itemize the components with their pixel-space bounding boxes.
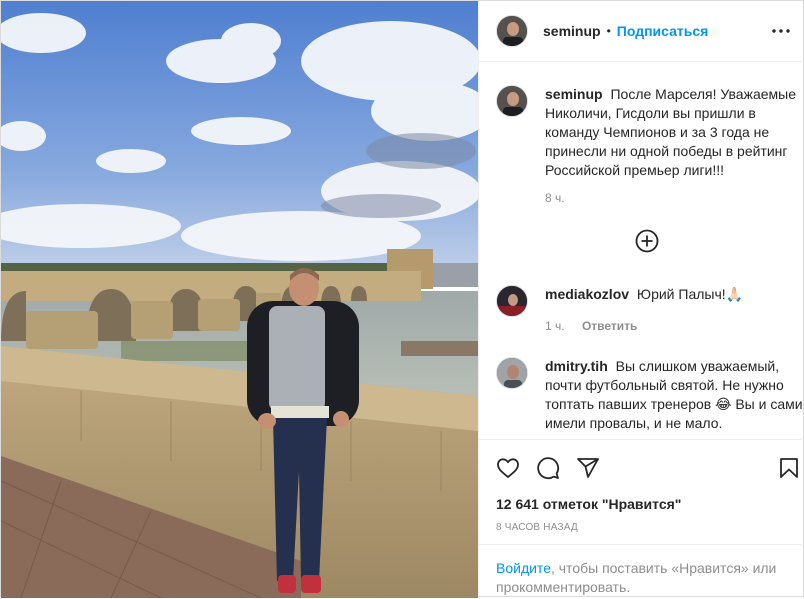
author-username[interactable]: seminup — [543, 23, 601, 39]
reply-button[interactable]: Ответить — [582, 319, 637, 333]
post-photo[interactable] — [1, 1, 478, 598]
more-options-icon[interactable] — [771, 21, 791, 41]
caption: seminup После Марселя! Уважаемые Николич… — [496, 85, 804, 180]
post-time[interactable]: 8 ЧАСОВ НАЗАД — [496, 522, 578, 533]
commenter-username[interactable]: dmitry.tih — [545, 358, 608, 374]
comments-section: seminup После Марселя! Уважаемые Николич… — [479, 63, 804, 453]
commenter-avatar[interactable] — [496, 357, 528, 389]
caption-avatar[interactable] — [496, 85, 528, 117]
post-dialog: seminup • Подписаться seminup После Марс… — [0, 0, 804, 598]
login-text: Войдите, чтобы поставить «Нравится» или … — [496, 559, 796, 597]
comment-text: Юрий Палыч!🙏🏻 — [636, 286, 744, 302]
comment-time: 1 ч. — [545, 319, 565, 333]
comment-body: mediakozlov Юрий Палыч!🙏🏻 — [545, 285, 804, 317]
separator-dot: • — [606, 24, 611, 38]
comment-item: dmitry.tih Вы слишком уважаемый, почти ф… — [496, 357, 804, 433]
likes-count[interactable]: 12 641 отметок "Нравится" — [496, 496, 681, 512]
login-link[interactable]: Войдите — [496, 560, 551, 576]
caption-time: 8 ч. — [545, 191, 565, 205]
commenter-avatar[interactable] — [496, 285, 528, 317]
caption-time-text: 8 ч. — [545, 191, 565, 205]
share-icon[interactable] — [576, 456, 600, 480]
post-side-panel: seminup • Подписаться seminup После Марс… — [478, 1, 804, 598]
author-avatar[interactable] — [496, 15, 528, 47]
load-more-comments-icon[interactable] — [635, 229, 659, 253]
caption-body: seminup После Марселя! Уважаемые Николич… — [545, 85, 804, 180]
caption-username[interactable]: seminup — [545, 86, 603, 102]
comment-meta: 1 ч. Ответить — [545, 319, 637, 333]
comment-body: dmitry.tih Вы слишком уважаемый, почти ф… — [545, 357, 804, 433]
like-icon[interactable] — [496, 456, 520, 480]
follow-button[interactable]: Подписаться — [617, 23, 709, 39]
login-prompt: Войдите, чтобы поставить «Нравится» или … — [479, 544, 804, 599]
save-icon[interactable] — [777, 456, 801, 480]
comment-icon[interactable] — [536, 456, 560, 480]
commenter-username[interactable]: mediakozlov — [545, 286, 629, 302]
post-header: seminup • Подписаться — [479, 1, 804, 62]
post-actions: 12 641 отметок "Нравится" 8 ЧАСОВ НАЗАД … — [479, 439, 804, 598]
comment-item: mediakozlov Юрий Палыч!🙏🏻 — [496, 285, 804, 317]
